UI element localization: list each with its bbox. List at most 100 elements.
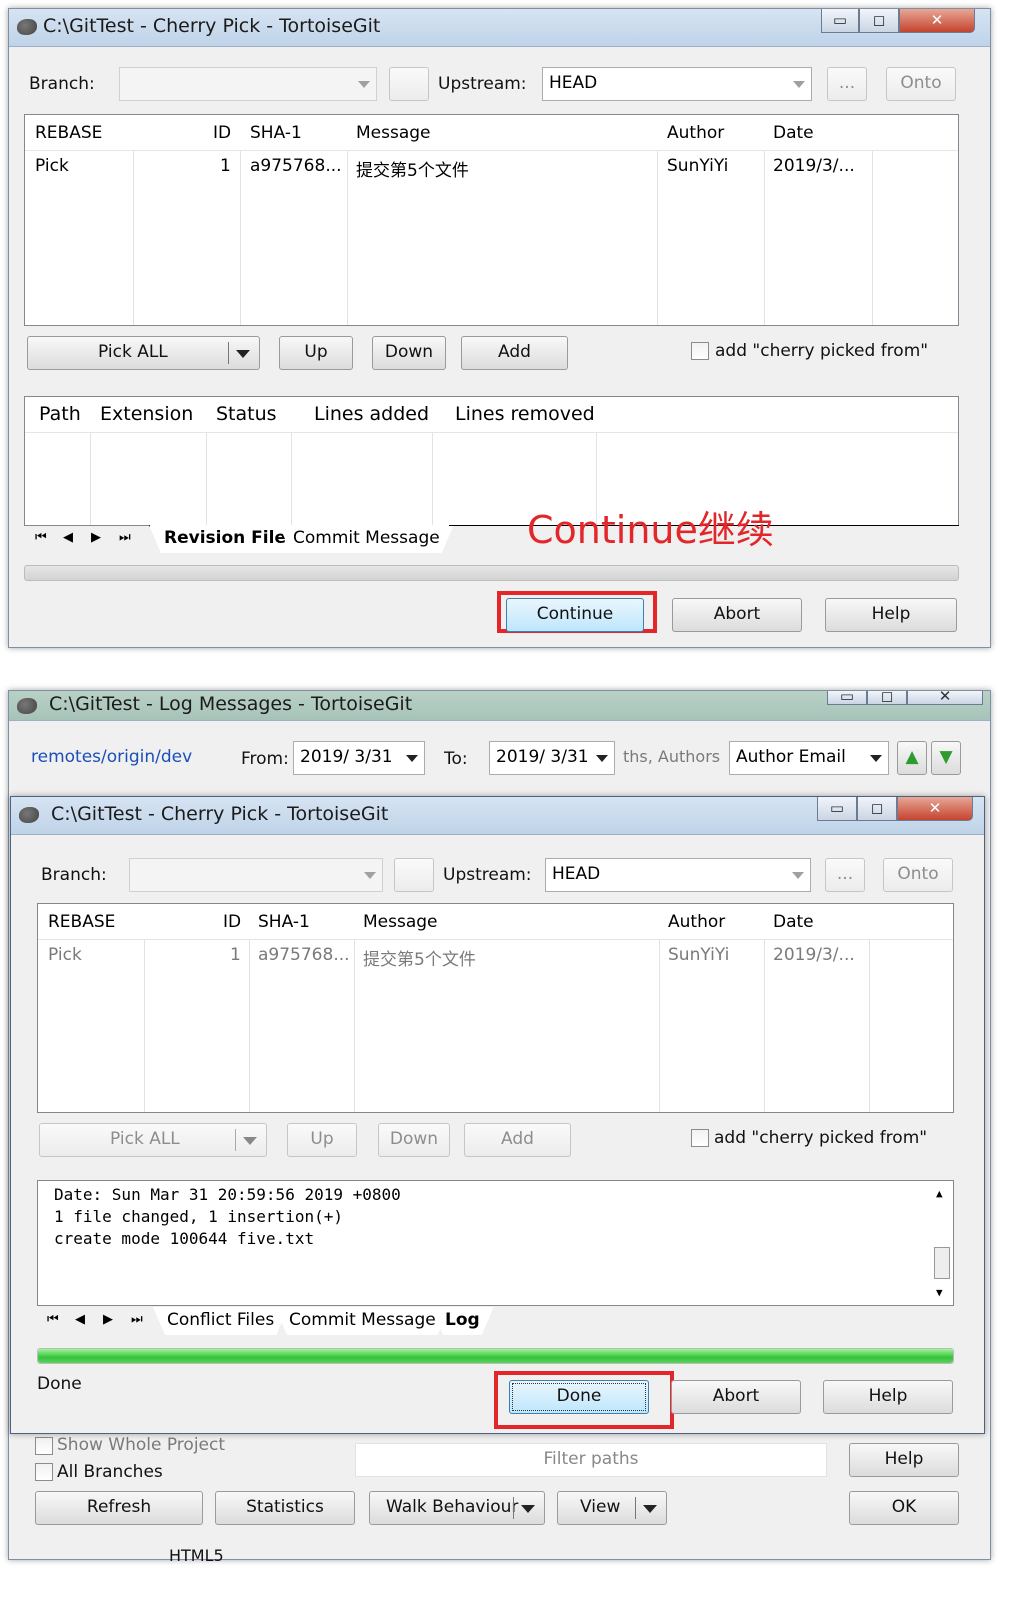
last-tab-icon[interactable]: ⏭ [131,1312,143,1327]
column-header[interactable]: Message [356,123,431,143]
browse-button[interactable]: ... [827,67,867,101]
column-header[interactable]: SHA-1 [258,912,310,932]
tab-commit-message[interactable]: Commit Message [275,1307,450,1335]
show-whole-project-checkbox[interactable] [35,1437,53,1455]
filter-field-combo[interactable]: Author Email [729,741,889,775]
branch-toggle-button[interactable] [394,858,434,892]
add-button[interactable]: Add [461,336,568,370]
column-header[interactable]: REBASE [35,123,102,143]
scroll-thumb[interactable] [934,1247,950,1279]
down-button[interactable]: Down [378,1123,450,1157]
cherry-picked-checkbox[interactable] [691,1129,709,1147]
column-header[interactable]: ID [213,123,231,143]
tab-log[interactable]: Log [431,1307,494,1335]
branch-link[interactable]: remotes/origin/dev [31,747,192,767]
tab-label: Revision Files [164,528,297,548]
file-list[interactable]: Path Extension Status Lines added Lines … [24,396,959,526]
tortoisegit-icon [19,807,39,823]
row-id: 1 [230,945,241,965]
browse-button[interactable]: ... [825,858,865,892]
maximize-button[interactable]: ◻ [857,797,897,821]
column-header[interactable]: Path [39,403,81,425]
view-dropdown[interactable]: View [557,1491,667,1525]
commit-list[interactable]: REBASE ID SHA-1 Message Author Date Pick… [24,114,959,326]
down-button[interactable]: Down [372,336,446,370]
table-row[interactable]: Pick 1 a975768... 提交第5个文件 SunYiYi 2019/3… [25,151,958,183]
chevron-down-icon [358,81,370,88]
row-author: SunYiYi [667,156,729,176]
abort-button[interactable]: Abort [672,598,802,632]
minimize-button[interactable]: ▭ [817,797,857,821]
maximize-button[interactable]: ◻ [867,689,907,705]
help-button[interactable]: Help [825,598,957,632]
maximize-button[interactable]: ◻ [859,9,899,33]
window-title: C:\GitTest - Log Messages - TortoiseGit [49,693,413,715]
tab-conflict-files[interactable]: Conflict Files [153,1307,288,1335]
column-header[interactable]: Status [216,403,277,425]
upstream-combo[interactable]: HEAD [545,858,811,892]
help-button[interactable]: Help [823,1380,953,1414]
to-date-picker[interactable]: 2019/ 3/31 [489,741,615,775]
all-branches-checkbox[interactable] [35,1463,53,1481]
filter-paths-input[interactable]: Filter paths [355,1443,827,1477]
vertical-scrollbar[interactable]: ▲ ▼ [931,1181,953,1305]
filter-hint[interactable]: ths, Authors [623,747,720,766]
add-button[interactable]: Add [464,1123,571,1157]
column-header[interactable]: Author [667,123,724,143]
scroll-up-icon[interactable]: ▲ [936,1187,943,1200]
log-output[interactable]: Date: Sun Mar 31 20:59:56 2019 +0800 1 f… [37,1180,954,1306]
all-branches-label: All Branches [57,1462,163,1482]
up-button[interactable]: Up [279,336,353,370]
close-button[interactable]: ✕ [907,689,983,705]
done-button[interactable]: Done [509,1380,649,1414]
row-rebase: Pick [35,156,69,176]
onto-button[interactable]: Onto [886,67,956,101]
refresh-button[interactable]: Refresh [35,1491,203,1525]
pick-all-dropdown[interactable]: Pick ALL [27,336,260,370]
column-header[interactable]: Message [363,912,438,932]
walk-behaviour-dropdown[interactable]: Walk Behaviour [369,1491,545,1525]
prev-tab-icon[interactable]: ◀ [75,1312,85,1327]
column-header[interactable]: ID [223,912,241,932]
from-date-picker[interactable]: 2019/ 3/31 [293,741,425,775]
column-header[interactable]: Lines removed [455,403,595,425]
minimize-button[interactable]: ▭ [827,689,867,705]
onto-button[interactable]: Onto [883,858,953,892]
column-header[interactable]: REBASE [48,912,115,932]
table-row[interactable]: Pick 1 a975768... 提交第5个文件 SunYiYi 2019/3… [38,940,953,972]
prev-tab-icon[interactable]: ◀ [63,530,73,545]
help-button[interactable]: Help [849,1443,959,1477]
column-header[interactable]: SHA-1 [250,123,302,143]
next-tab-icon[interactable]: ▶ [103,1312,113,1327]
column-header[interactable]: Author [668,912,725,932]
nav-up-button[interactable]: ▲ [897,741,927,775]
commit-list[interactable]: REBASE ID SHA-1 Message Author Date Pick… [37,903,954,1113]
first-tab-icon[interactable]: ⏮ [47,1312,59,1327]
branch-combo[interactable] [119,67,377,101]
pick-all-dropdown[interactable]: Pick ALL [39,1123,267,1157]
branch-toggle-button[interactable] [389,67,429,101]
next-tab-icon[interactable]: ▶ [91,530,101,545]
row-message: 提交第5个文件 [356,161,469,181]
up-button[interactable]: Up [287,1123,357,1157]
first-tab-icon[interactable]: ⏮ [35,530,47,545]
upstream-combo[interactable]: HEAD [542,67,812,101]
scroll-down-icon[interactable]: ▼ [936,1286,943,1299]
close-button[interactable]: ✕ [899,9,975,33]
cherry-picked-checkbox[interactable] [691,342,709,360]
column-header[interactable]: Extension [100,403,193,425]
branch-combo[interactable] [129,858,383,892]
tab-commit-message[interactable]: Commit Message [279,525,454,553]
minimize-button[interactable]: ▭ [821,9,859,33]
ok-button[interactable]: OK [849,1491,959,1525]
close-button[interactable]: ✕ [897,797,973,821]
abort-button[interactable]: Abort [671,1380,801,1414]
statistics-button[interactable]: Statistics [215,1491,355,1525]
column-header[interactable]: Lines added [314,403,429,425]
column-header[interactable]: Date [773,123,814,143]
last-tab-icon[interactable]: ⏭ [119,530,131,545]
column-header[interactable]: Date [773,912,814,932]
continue-button[interactable]: Continue [506,598,644,632]
list-header: REBASE ID SHA-1 Message Author Date [38,904,953,940]
nav-down-button[interactable]: ▼ [931,741,961,775]
